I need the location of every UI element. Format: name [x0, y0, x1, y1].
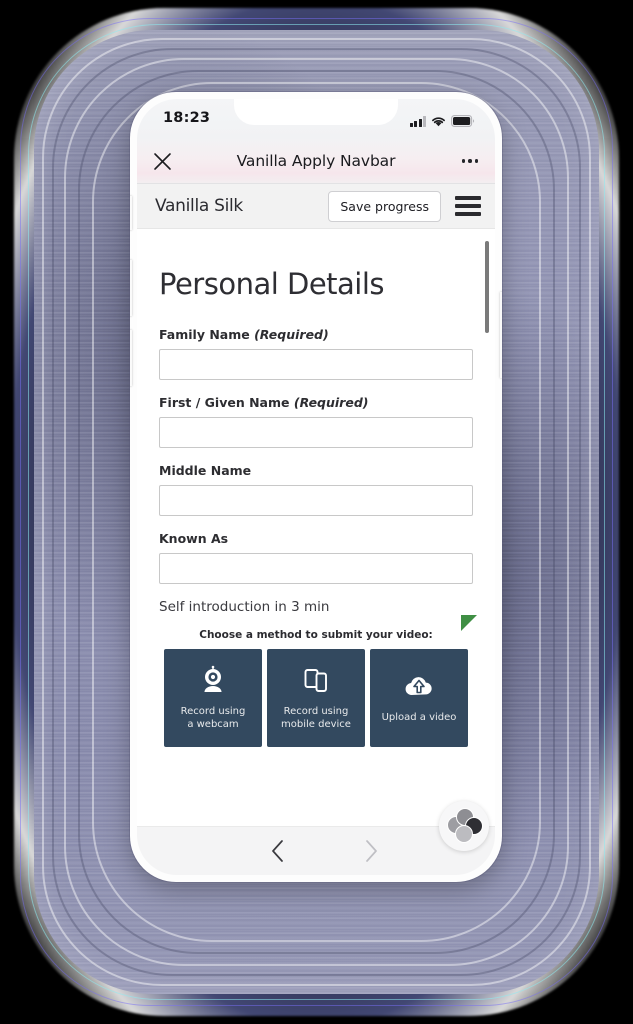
hamburger-menu-icon[interactable] [455, 196, 481, 216]
field-middle-name: Middle Name [159, 463, 473, 516]
battery-icon [451, 115, 475, 127]
phone-screen: 18:23 Vanilla Apply Navbar Vanilla Silk … [137, 99, 495, 875]
mobile-device-icon [301, 665, 331, 695]
bubble-cluster-icon[interactable] [439, 801, 489, 851]
cellular-signal-icon [409, 116, 426, 127]
field-known-as: Known As [159, 531, 473, 584]
method-label: Record using mobile device [281, 705, 351, 731]
scrollbar-thumb[interactable] [485, 241, 489, 333]
chevron-right-icon[interactable] [341, 840, 401, 862]
bubble-dot [455, 825, 473, 843]
record-mobile-card[interactable]: Record using mobile device [267, 649, 365, 747]
form-content: Personal Details Family Name (Required) … [137, 229, 495, 826]
chevron-left-icon[interactable] [247, 840, 307, 862]
required-marker: (Required) [293, 395, 369, 410]
required-marker: (Required) [254, 327, 329, 342]
power-button[interactable] [500, 292, 502, 378]
green-corner-flag-icon [461, 615, 477, 631]
background-stage: 18:23 Vanilla Apply Navbar Vanilla Silk … [0, 0, 633, 1024]
video-section: Self introduction in 3 min Choose a meth… [159, 599, 477, 747]
video-method-list: Record using a webcam Record using mobil… [159, 649, 473, 747]
status-clock: 18:23 [163, 110, 211, 126]
field-label: First / Given Name (Required) [159, 395, 369, 410]
more-options-icon[interactable] [445, 159, 495, 163]
page-title: Personal Details [159, 267, 385, 301]
brand-title: Vanilla Silk [155, 196, 243, 216]
known-as-input[interactable] [159, 553, 473, 584]
video-prompt: Choose a method to submit your video: [199, 629, 433, 641]
app-header: Vanilla Silk Save progress [137, 184, 495, 229]
wifi-icon [431, 115, 446, 127]
record-webcam-card[interactable]: Record using a webcam [164, 649, 262, 747]
volume-up-button[interactable] [130, 260, 132, 316]
save-progress-button[interactable]: Save progress [328, 190, 441, 222]
first-given-name-input[interactable] [159, 417, 473, 448]
field-label: Middle Name [159, 463, 252, 478]
method-label: Upload a video [381, 712, 457, 724]
status-bar: 18:23 [137, 99, 495, 139]
family-name-input[interactable] [159, 349, 473, 380]
inapp-navbar: Vanilla Apply Navbar [137, 139, 495, 184]
field-family-name: Family Name (Required) [159, 327, 473, 380]
close-icon[interactable] [137, 152, 187, 171]
phone-notch [234, 99, 398, 125]
video-section-heading: Self introduction in 3 min [159, 599, 330, 615]
field-label: Known As [159, 531, 229, 546]
upload-video-card[interactable]: Upload a video [370, 649, 468, 747]
middle-name-input[interactable] [159, 485, 473, 516]
phone-device: 18:23 Vanilla Apply Navbar Vanilla Silk … [130, 92, 502, 882]
silent-switch-button[interactable] [130, 196, 132, 230]
status-icons [409, 111, 476, 127]
field-first-given-name: First / Given Name (Required) [159, 395, 473, 448]
navbar-title: Vanilla Apply Navbar [236, 152, 396, 170]
cloud-upload-icon [403, 671, 435, 701]
webcam-icon [198, 665, 228, 695]
volume-down-button[interactable] [130, 330, 132, 386]
field-label: Family Name (Required) [159, 327, 329, 342]
method-label: Record using a webcam [180, 705, 246, 731]
